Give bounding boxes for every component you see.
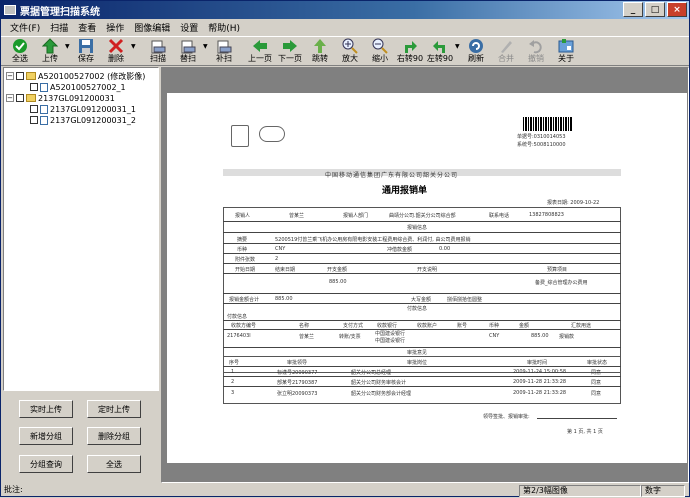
- scanned-document: 单据号:0310014053 系统号:5008110000 中国移动通信集团广东…: [167, 93, 687, 463]
- rotate-right-button[interactable]: 右转90: [395, 37, 425, 67]
- floppy-disk-icon: [78, 38, 94, 54]
- menu-settings[interactable]: 设置: [175, 21, 203, 34]
- image-file-icon: [40, 115, 48, 125]
- supplement-scan-button[interactable]: 补扫: [209, 37, 239, 67]
- status-mode: 数字: [641, 485, 685, 497]
- tree-node-label: A520100527002 (修改影像): [38, 71, 146, 81]
- status-note: 批注:: [4, 485, 23, 494]
- status-image-count: 第2/3幅图像: [519, 485, 641, 497]
- image-file-icon: [40, 82, 48, 92]
- window-title: 票据管理扫描系统: [20, 6, 100, 18]
- refresh-button[interactable]: 刷新: [461, 37, 491, 67]
- scan-button[interactable]: 扫描: [143, 37, 173, 67]
- upload-button[interactable]: 上传: [35, 37, 65, 67]
- company-name: 中国移动通信集团广东有限公司韶关分公司: [325, 172, 459, 179]
- checkbox[interactable]: [30, 116, 38, 124]
- up-arrow-icon: [42, 38, 58, 54]
- add-group-button[interactable]: 新增分组: [19, 427, 73, 445]
- barcode: [523, 117, 573, 131]
- tree-node-label: A520100527002_1: [50, 82, 126, 92]
- checkbox[interactable]: [30, 83, 38, 91]
- undo-button[interactable]: 撤销: [521, 37, 551, 67]
- minimize-button[interactable]: _: [623, 2, 643, 17]
- menu-image-edit[interactable]: 图像编辑: [129, 21, 175, 34]
- prev-page-button[interactable]: 上一页: [245, 37, 275, 67]
- checkmark-icon: [12, 38, 28, 54]
- menu-operation[interactable]: 操作: [101, 21, 129, 34]
- doc-number: 单据号:0310014053: [517, 134, 566, 140]
- image-viewer[interactable]: 单据号:0310014053 系统号:5008110000 中国移动通信集团广东…: [161, 67, 689, 483]
- tree-node-label: 2137GL091200031_1: [50, 104, 136, 114]
- delete-button[interactable]: 删除: [101, 37, 131, 67]
- jump-button[interactable]: 跳转: [305, 37, 335, 67]
- title-bar: 票据管理扫描系统 _ □ ×: [1, 1, 689, 19]
- tree-node-label: 2137GL091200031: [38, 93, 115, 103]
- save-button[interactable]: 保存: [71, 37, 101, 67]
- toolbar: 全选 上传 ▼ 保存 删除 ▼ 扫描 替扫 ▼ 补扫 上一页 下一页 跳转 放大…: [1, 36, 689, 66]
- image-file-icon: [40, 104, 48, 114]
- close-button[interactable]: ×: [667, 2, 687, 17]
- maximize-button[interactable]: □: [645, 2, 665, 17]
- refresh-icon: [468, 38, 484, 54]
- folder-icon: [26, 94, 36, 102]
- report-date: 报表日期: 2009-10-22: [547, 200, 600, 206]
- select-all-button[interactable]: 全选: [5, 37, 35, 67]
- zoom-in-button[interactable]: 放大: [335, 37, 365, 67]
- tree-node-label: 2137GL091200031_2: [50, 115, 136, 125]
- rotate-right-icon: [402, 38, 418, 54]
- group-query-button[interactable]: 分组查询: [19, 455, 73, 473]
- form-title: 通用报销单: [382, 186, 428, 196]
- page-number: 第 1 页, 共 1 页: [567, 429, 603, 435]
- menu-help[interactable]: 帮助(H): [203, 21, 245, 34]
- signature-label: 领导签批、报销审批:: [483, 414, 530, 420]
- scanner-icon: [216, 38, 232, 54]
- checkbox[interactable]: [16, 72, 24, 80]
- batch-tree: − A520100527002 (修改影像) A520100527002_1 −…: [3, 67, 159, 391]
- magnifier-plus-icon: [342, 38, 358, 54]
- jump-arrow-icon: [312, 38, 328, 54]
- collapse-icon[interactable]: −: [6, 72, 14, 80]
- menu-view[interactable]: 查看: [73, 21, 101, 34]
- select-all-group-button[interactable]: 全选: [87, 455, 141, 473]
- scanner-icon: [150, 38, 166, 54]
- folder-icon: [26, 72, 36, 80]
- menu-bar: 文件(F) 扫描 查看 操作 图像编辑 设置 帮助(H): [1, 19, 689, 35]
- tree-node-child[interactable]: 2137GL091200031_2: [30, 114, 136, 126]
- replace-scan-button[interactable]: 替扫: [173, 37, 203, 67]
- zoom-out-button[interactable]: 缩小: [365, 37, 395, 67]
- merge-button[interactable]: 合并: [491, 37, 521, 67]
- realtime-upload-button[interactable]: 实时上传: [19, 400, 73, 418]
- left-arrow-icon: [252, 38, 268, 54]
- menu-file[interactable]: 文件(F): [5, 21, 45, 34]
- next-page-button[interactable]: 下一页: [275, 37, 305, 67]
- collapse-icon[interactable]: −: [6, 94, 14, 102]
- window-controls: _ □ ×: [623, 2, 687, 17]
- undo-icon: [528, 38, 544, 54]
- right-arrow-icon: [282, 38, 298, 54]
- app-window: 票据管理扫描系统 _ □ × 文件(F) 扫描 查看 操作 图像编辑 设置 帮助…: [0, 0, 690, 497]
- scheduled-upload-button[interactable]: 定时上传: [87, 400, 141, 418]
- red-x-icon: [108, 38, 124, 54]
- menu-scan[interactable]: 扫描: [45, 21, 73, 34]
- scanner-icon: [180, 38, 196, 54]
- olympic-logo: [231, 125, 249, 147]
- magnifier-minus-icon: [372, 38, 388, 54]
- rotate-left-button[interactable]: 左转90: [425, 37, 455, 67]
- about-button[interactable]: 关于: [551, 37, 581, 67]
- about-icon: [558, 38, 574, 54]
- delete-group-button[interactable]: 删除分组: [87, 427, 141, 445]
- rotate-left-icon: [432, 38, 448, 54]
- pen-icon: [498, 38, 514, 54]
- checkbox[interactable]: [30, 105, 38, 113]
- sys-number: 系统号:5008110000: [517, 142, 566, 148]
- china-mobile-logo: [259, 126, 285, 142]
- app-icon: [4, 5, 16, 15]
- checkbox[interactable]: [16, 94, 24, 102]
- status-bar: 批注: 第2/3幅图像 数字: [1, 484, 689, 498]
